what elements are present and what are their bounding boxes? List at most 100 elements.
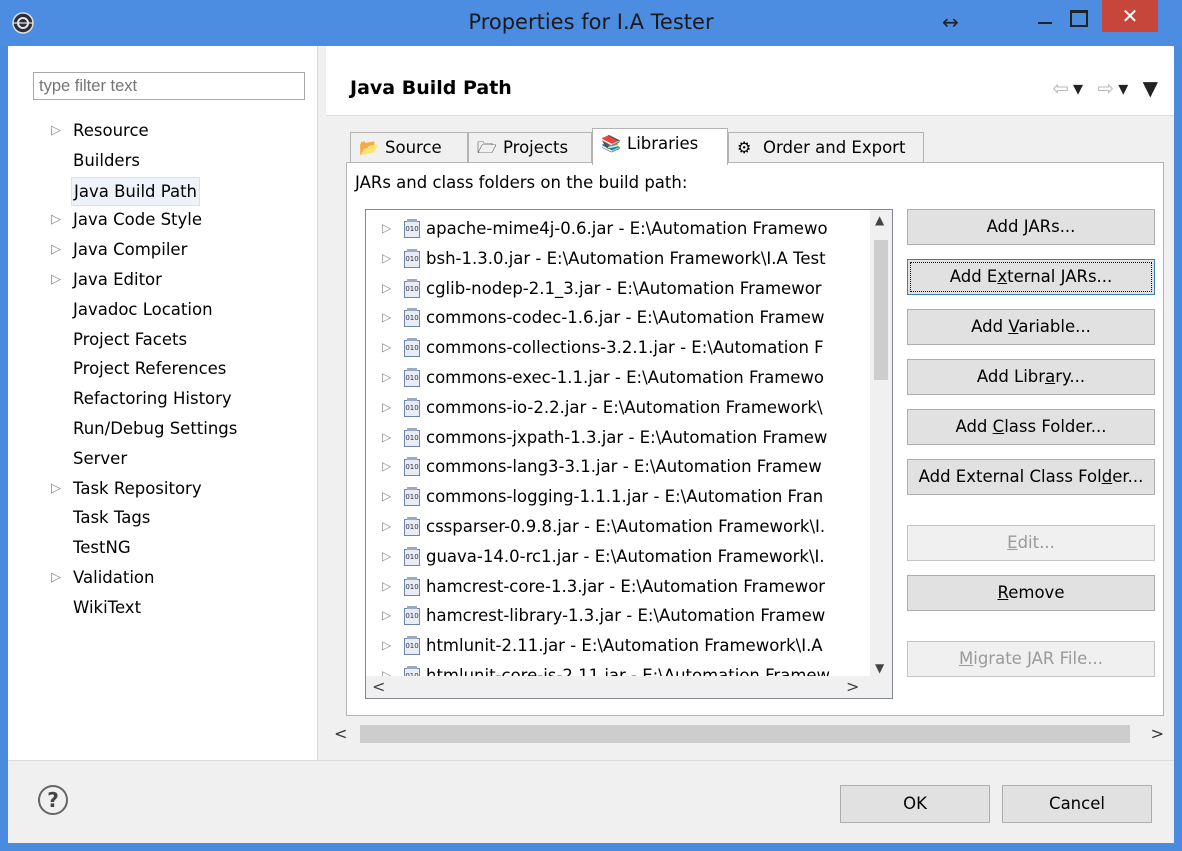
expand-arrow-icon[interactable]: ▷ bbox=[382, 333, 391, 363]
add-jars-button[interactable]: Add JARs... bbox=[907, 209, 1155, 245]
scroll-left-icon[interactable]: < bbox=[372, 677, 385, 696]
expand-arrow-icon[interactable]: ▷ bbox=[382, 303, 391, 333]
expand-arrow-icon[interactable]: ▷ bbox=[51, 265, 61, 295]
maximize-button[interactable] bbox=[1062, 4, 1092, 30]
forward-dropdown-icon[interactable]: ▾ bbox=[1118, 76, 1132, 100]
tab-source[interactable]: 📂 Source bbox=[350, 132, 468, 164]
sidebar-item[interactable]: ▷ Java Code Style bbox=[8, 205, 318, 235]
libraries-list[interactable]: ▷ 010 apache-mime4j-0.6.jar - E:\Automatio… bbox=[365, 209, 893, 699]
add-external-class-folder-button[interactable]: Add External Class Folder... bbox=[907, 459, 1155, 495]
help-icon[interactable]: ? bbox=[38, 785, 68, 815]
filter-input[interactable] bbox=[33, 72, 305, 100]
sidebar-item[interactable]: ▷ Validation bbox=[8, 563, 318, 593]
sidebar-item[interactable]: Builders bbox=[8, 146, 318, 176]
library-row[interactable]: ▷ 010 guava-14.0-rc1.jar - E:\Automation F… bbox=[366, 542, 870, 572]
expand-arrow-icon[interactable]: ▷ bbox=[382, 423, 391, 453]
expand-arrow-icon[interactable]: ▷ bbox=[382, 631, 391, 661]
sidebar-item[interactable]: Project References bbox=[8, 354, 318, 384]
view-menu-icon[interactable]: ▼ bbox=[1143, 76, 1162, 100]
ok-button[interactable]: OK bbox=[840, 785, 990, 823]
sidebar-item[interactable]: WikiText bbox=[8, 593, 318, 623]
sidebar-item-label: WikiText bbox=[73, 597, 142, 617]
sidebar-item[interactable]: Server bbox=[8, 444, 318, 474]
page-scroll-thumb[interactable] bbox=[360, 725, 1130, 743]
back-dropdown-icon[interactable]: ▾ bbox=[1073, 76, 1087, 100]
library-row[interactable]: ▷ 010 commons-exec-1.1.jar - E:\Automation… bbox=[366, 363, 870, 393]
expand-arrow-icon[interactable]: ▷ bbox=[382, 214, 391, 244]
page-scroll-left-icon[interactable]: < bbox=[334, 724, 347, 743]
library-row[interactable]: ▷ 010 apache-mime4j-0.6.jar - E:\Automatio… bbox=[366, 214, 870, 244]
library-row[interactable]: ▷ 010 commons-collections-3.2.1.jar - E:\A… bbox=[366, 333, 870, 363]
tab-order-export[interactable]: ⚙ Order and Export bbox=[728, 132, 924, 164]
sidebar-item[interactable]: ▷ Resource bbox=[8, 116, 318, 146]
sidebar-item[interactable]: Run/Debug Settings bbox=[8, 414, 318, 444]
sidebar-item[interactable]: Java Build Path bbox=[8, 176, 318, 206]
scroll-down-icon[interactable]: ▼ bbox=[875, 661, 884, 675]
forward-arrow-icon[interactable]: ⇨ bbox=[1097, 76, 1118, 100]
expand-arrow-icon[interactable]: ▷ bbox=[382, 542, 391, 572]
resize-icon[interactable]: ↔ bbox=[942, 10, 959, 34]
library-row[interactable]: ▷ 010 cssparser-0.9.8.jar - E:\Automation … bbox=[366, 512, 870, 542]
cancel-button[interactable]: Cancel bbox=[1002, 785, 1152, 823]
libraries-list-items: ▷ 010 apache-mime4j-0.6.jar - E:\Automatio… bbox=[366, 214, 870, 691]
expand-arrow-icon[interactable]: ▷ bbox=[382, 601, 391, 631]
expand-arrow-icon[interactable]: ▷ bbox=[382, 452, 391, 482]
expand-arrow-icon[interactable]: ▷ bbox=[382, 512, 391, 542]
dialog-client-area: ▷ Resource Builders Java Build Path ▷ Java Co… bbox=[8, 46, 1174, 843]
scroll-right-icon[interactable]: > bbox=[846, 677, 859, 696]
tab-order-export-label: Order and Export bbox=[763, 138, 906, 157]
library-row[interactable]: ▷ 010 commons-logging-1.1.1.jar - E:\Autom… bbox=[366, 482, 870, 512]
add-variable-button[interactable]: Add Variable... bbox=[907, 309, 1155, 345]
page-scroll-right-icon[interactable]: > bbox=[1151, 724, 1164, 743]
expand-arrow-icon[interactable]: ▷ bbox=[51, 563, 61, 593]
tab-projects[interactable]: 🗁 Projects bbox=[468, 132, 592, 164]
tab-libraries[interactable]: 📚 Libraries bbox=[592, 128, 728, 165]
library-label: commons-codec-1.6.jar - E:\Automation Fr… bbox=[426, 308, 825, 328]
scroll-up-icon[interactable]: ▲ bbox=[875, 213, 884, 227]
expand-arrow-icon[interactable]: ▷ bbox=[51, 474, 61, 504]
library-row[interactable]: ▷ 010 bsh-1.3.0.jar - E:\Automation Framew… bbox=[366, 244, 870, 274]
library-row[interactable]: ▷ 010 commons-codec-1.6.jar - E:\Automatio… bbox=[366, 303, 870, 333]
sidebar-item[interactable]: ▷ Java Editor bbox=[8, 265, 318, 295]
library-row[interactable]: ▷ 010 commons-io-2.2.jar - E:\Automation F… bbox=[366, 393, 870, 423]
add-library-button[interactable]: Add Library... bbox=[907, 359, 1155, 395]
tab-libraries-label: Libraries bbox=[627, 134, 699, 153]
expand-arrow-icon[interactable]: ▷ bbox=[382, 572, 391, 602]
sidebar-item[interactable]: ▷ Java Compiler bbox=[8, 235, 318, 265]
expand-arrow-icon[interactable]: ▷ bbox=[51, 205, 61, 235]
expand-arrow-icon[interactable]: ▷ bbox=[382, 393, 391, 423]
sidebar-item[interactable]: Task Tags bbox=[8, 503, 318, 533]
expand-arrow-icon[interactable]: ▷ bbox=[382, 274, 391, 304]
expand-arrow-icon[interactable]: ▷ bbox=[382, 363, 391, 393]
library-row[interactable]: ▷ 010 commons-lang3-3.1.jar - E:\Automatio… bbox=[366, 452, 870, 482]
expand-arrow-icon[interactable]: ▷ bbox=[51, 116, 61, 146]
add-external-jars-button[interactable]: Add External JARs... bbox=[907, 259, 1155, 295]
horizontal-scrollbar[interactable]: < > bbox=[366, 676, 892, 698]
library-row[interactable]: ▷ 010 cglib-nodep-2.1_3.jar - E:\Automatio… bbox=[366, 274, 870, 304]
sidebar-item[interactable]: ▷ Task Repository bbox=[8, 474, 318, 504]
library-row[interactable]: ▷ 010 hamcrest-core-1.3.jar - E:\Automatio… bbox=[366, 572, 870, 602]
page-horizontal-scrollbar[interactable]: < > bbox=[326, 722, 1174, 746]
tab-projects-label: Projects bbox=[503, 138, 569, 157]
minimize-button[interactable] bbox=[1030, 4, 1060, 30]
close-button[interactable]: ✕ bbox=[1102, 0, 1158, 32]
library-row[interactable]: ▷ 010 htmlunit-2.11.jar - E:\Automation Fr… bbox=[366, 631, 870, 661]
library-row[interactable]: ▷ 010 commons-jxpath-1.3.jar - E:\Automati… bbox=[366, 423, 870, 453]
expand-arrow-icon[interactable]: ▷ bbox=[382, 482, 391, 512]
sidebar-item[interactable]: Project Facets bbox=[8, 325, 318, 355]
window-title: Properties for I.A Tester bbox=[468, 10, 714, 34]
sidebar-item[interactable]: Refactoring History bbox=[8, 384, 318, 414]
expand-arrow-icon[interactable]: ▷ bbox=[51, 235, 61, 265]
scroll-thumb[interactable] bbox=[874, 240, 888, 380]
remove-button[interactable]: Remove bbox=[907, 575, 1155, 611]
add-class-folder-button[interactable]: Add Class Folder... bbox=[907, 409, 1155, 445]
sidebar-item[interactable]: Javadoc Location bbox=[8, 295, 318, 325]
edit-button[interactable]: Edit... bbox=[907, 525, 1155, 561]
title-bar[interactable]: Properties for I.A Tester ↔ ✕ bbox=[0, 0, 1182, 46]
library-row[interactable]: ▷ 010 hamcrest-library-1.3.jar - E:\Automa… bbox=[366, 601, 870, 631]
vertical-scrollbar[interactable]: ▲ ▼ bbox=[870, 210, 892, 678]
sidebar-item[interactable]: TestNG bbox=[8, 533, 318, 563]
back-arrow-icon[interactable]: ⇦ bbox=[1052, 76, 1073, 100]
expand-arrow-icon[interactable]: ▷ bbox=[382, 244, 391, 274]
migrate-jar-button[interactable]: Migrate JAR File... bbox=[907, 641, 1155, 677]
